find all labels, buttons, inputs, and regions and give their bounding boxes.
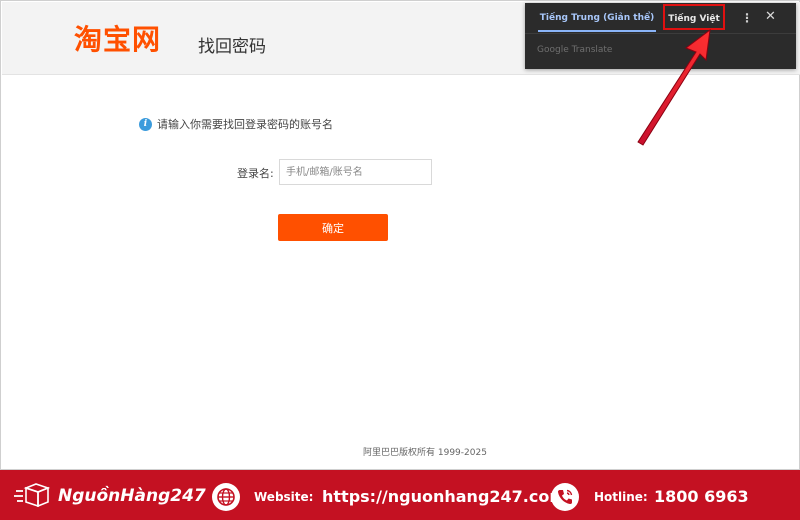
hint-message: i 请输入你需要找回登录密码的账号名: [139, 116, 333, 132]
page-title: 找回密码: [198, 37, 266, 57]
phone-icon: [551, 483, 579, 511]
promo-banner: NguồnHàng247 Website: https://nguonhang2…: [0, 470, 800, 520]
kebab-menu-icon[interactable]: ⋮: [741, 11, 753, 25]
hotline-label: Hotline:: [594, 490, 648, 504]
info-icon: i: [139, 117, 152, 131]
hotline-number[interactable]: 1800 6963: [654, 487, 749, 506]
confirm-button[interactable]: 确定: [278, 214, 388, 241]
tab-source-language[interactable]: Tiếng Trung (Giản thể): [538, 13, 656, 23]
close-icon[interactable]: ✕: [765, 9, 776, 24]
tab-target-language[interactable]: Tiếng Việt: [663, 4, 725, 30]
website-link[interactable]: https://nguonhang247.com/: [322, 487, 572, 506]
red-arrow-annotation: [637, 28, 711, 146]
hint-text: 请输入你需要找回登录密码的账号名: [157, 118, 333, 131]
copyright-text: 阿里巴巴版权所有 1999-2025: [363, 448, 487, 458]
globe-icon: [212, 483, 240, 511]
powered-by-label: Google Translate: [537, 45, 613, 55]
username-label: 登录名:: [237, 167, 274, 180]
brand-name: NguồnHàng247: [58, 486, 206, 506]
website-label: Website:: [254, 490, 314, 504]
delivery-box-icon: [14, 483, 50, 507]
username-input[interactable]: [279, 159, 432, 185]
taobao-logo[interactable]: 淘宝网: [74, 18, 161, 58]
